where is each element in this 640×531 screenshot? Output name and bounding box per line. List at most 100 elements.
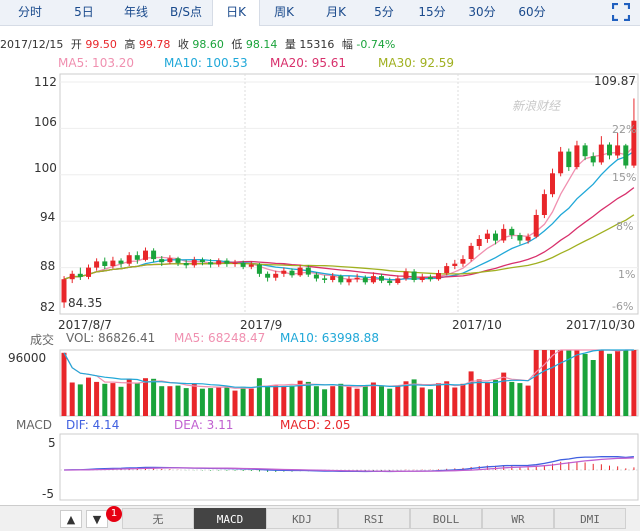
candle-body xyxy=(436,273,441,280)
volume-bar xyxy=(395,385,401,416)
volume-bar xyxy=(550,350,555,416)
candle-body xyxy=(623,145,629,166)
volume-bar xyxy=(598,350,604,416)
candle-body xyxy=(615,145,621,156)
volume-bar xyxy=(493,380,498,416)
candle-body xyxy=(273,273,279,278)
volume-bar xyxy=(191,383,197,416)
indicator-tab-macd[interactable]: MACD xyxy=(194,508,266,529)
volume-bar xyxy=(558,350,564,416)
scroll-down-button[interactable]: ▼ xyxy=(86,510,108,528)
volume-bar xyxy=(525,385,531,416)
volume-title: 成交 xyxy=(30,333,55,347)
candle-body xyxy=(248,264,254,267)
volume-bar xyxy=(574,350,580,416)
volume-bar xyxy=(403,381,409,416)
volume-bar xyxy=(370,382,376,416)
volume-bar xyxy=(61,352,67,416)
volume-bar xyxy=(102,383,108,416)
volume-bar xyxy=(232,390,238,416)
candle-body xyxy=(403,271,409,279)
macd-title: MACD xyxy=(16,418,52,432)
candle-body xyxy=(501,228,507,241)
volume-bar xyxy=(623,350,629,416)
candle-body xyxy=(525,236,531,241)
candle-body xyxy=(330,276,336,280)
volume-bar xyxy=(216,386,222,416)
ma5-line xyxy=(63,145,635,281)
dea-line xyxy=(64,457,634,472)
candle-body xyxy=(558,151,564,174)
volume-bar xyxy=(167,386,173,416)
candle-body xyxy=(541,194,547,215)
macd-dea: DEA: 3.11 xyxy=(174,418,234,432)
indicator-tab-none[interactable]: 无 xyxy=(122,508,194,529)
date-label-end: 2017/10/30 xyxy=(566,318,636,332)
volume-bar xyxy=(484,381,490,416)
volume-bar xyxy=(460,383,466,416)
date-label-sep: 2017/9 xyxy=(240,318,283,332)
volume-bar xyxy=(541,350,547,416)
volume-axis-max: 96000 xyxy=(8,351,47,365)
macd-value: MACD: 2.05 xyxy=(280,418,351,432)
volume-bar xyxy=(273,385,279,416)
candle-body xyxy=(134,255,140,260)
candle-body xyxy=(444,266,450,274)
volume-bar xyxy=(248,388,254,416)
notification-badge: 1 xyxy=(106,506,122,522)
candle-body xyxy=(460,259,466,264)
volume-bar xyxy=(354,388,360,416)
date-label-oct: 2017/10 xyxy=(452,318,502,332)
volume-bar xyxy=(509,381,515,416)
candle-body xyxy=(574,145,580,168)
volume-bar xyxy=(590,360,596,416)
macd-tick-5: 5 xyxy=(48,436,56,450)
candle-body xyxy=(118,260,124,264)
volume-bar xyxy=(379,385,384,416)
volume-bar xyxy=(346,386,352,416)
volume-bar xyxy=(305,381,311,416)
volume-ma10: MA10: 63998.88 xyxy=(280,331,379,345)
candle-body xyxy=(151,250,157,260)
candle-body xyxy=(289,270,295,276)
ma10-line xyxy=(63,150,635,281)
volume-bar xyxy=(362,385,368,416)
macd-tick-minus5: -5 xyxy=(42,487,54,501)
price-tick-112: 112 xyxy=(34,75,57,89)
candle-body xyxy=(452,263,458,266)
candle-body xyxy=(265,273,271,278)
volume-bar xyxy=(419,387,425,416)
volume-bar xyxy=(256,378,262,416)
volume-bar xyxy=(281,386,287,416)
volume-bar xyxy=(289,385,295,416)
candle-body xyxy=(126,255,132,264)
indicator-tab-rsi[interactable]: RSI xyxy=(338,508,410,529)
macd-dif: DIF: 4.14 xyxy=(66,418,120,432)
pct-tick-1: 1% xyxy=(618,268,636,281)
volume-bar xyxy=(175,385,181,416)
volume-bar xyxy=(615,350,621,416)
candle-body xyxy=(411,271,417,280)
volume-bar xyxy=(444,381,450,416)
volume-bar xyxy=(322,389,328,416)
candle-body xyxy=(232,263,238,264)
candle-body xyxy=(86,267,91,277)
price-tick-106: 106 xyxy=(34,115,57,129)
volume-bar xyxy=(436,383,441,416)
indicator-tab-wr[interactable]: WR xyxy=(482,508,554,529)
volume-bar xyxy=(387,388,393,416)
candle-body xyxy=(362,277,368,283)
volume-bar xyxy=(240,386,246,416)
indicator-tab-dmi[interactable]: DMI xyxy=(554,508,626,529)
indicator-tab-boll[interactable]: BOLL xyxy=(410,508,482,529)
price-tick-94: 94 xyxy=(40,210,56,224)
candle-body xyxy=(493,233,498,241)
candle-body xyxy=(468,245,474,259)
candle-body xyxy=(387,280,393,283)
volume-bar xyxy=(151,378,157,416)
volume-bar xyxy=(476,379,482,416)
candle-body xyxy=(159,259,165,263)
candle-body xyxy=(102,261,108,266)
scroll-up-button[interactable]: ▲ xyxy=(60,510,82,528)
indicator-tab-kdj[interactable]: KDJ xyxy=(266,508,338,529)
